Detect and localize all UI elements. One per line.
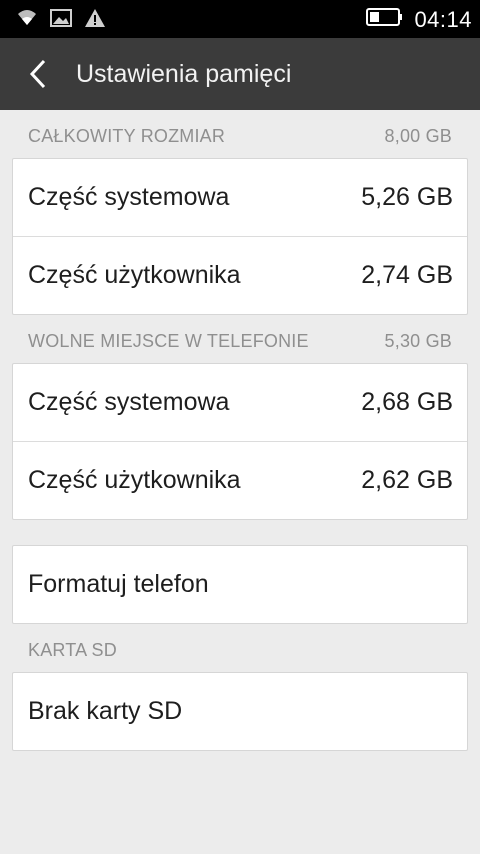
no-sd-card-label: Brak karty SD <box>28 697 183 725</box>
list-item-value: 2,68 GB <box>361 388 453 416</box>
total-size-card: Część systemowa 5,26 GB Część użytkownik… <box>12 158 468 315</box>
list-item-no-sd-card[interactable]: Brak karty SD <box>13 673 467 750</box>
list-item-value: 2,74 GB <box>361 261 453 289</box>
status-bar: 04:14 <box>0 0 480 38</box>
status-clock: 04:14 <box>414 6 472 32</box>
section-header-label: CAŁKOWITY ROZMIAR <box>28 126 226 146</box>
section-header-sd: KARTA SD <box>0 624 480 672</box>
list-item-user-part[interactable]: Część użytkownika 2,74 GB <box>13 236 467 314</box>
wifi-icon <box>16 7 38 34</box>
section-header-total: CAŁKOWITY ROZMIAR 8,00 GB <box>0 110 480 158</box>
section-header-free: WOLNE MIEJSCE W TELEFONIE 5,30 GB <box>0 315 480 363</box>
storage-settings-list: CAŁKOWITY ROZMIAR 8,00 GB Część systemow… <box>0 110 480 751</box>
list-item-system-part[interactable]: Część systemowa 5,26 GB <box>13 159 467 236</box>
list-item-label: Część użytkownika <box>28 261 241 289</box>
section-header-label: WOLNE MIEJSCE W TELEFONIE <box>28 331 309 351</box>
section-header-label: KARTA SD <box>28 640 117 660</box>
status-icons-left <box>16 7 106 34</box>
list-item-value: 2,62 GB <box>361 466 453 494</box>
list-item-user-part-free[interactable]: Część użytkownika 2,62 GB <box>13 441 467 519</box>
list-item-label: Część systemowa <box>28 183 230 211</box>
warning-icon <box>84 7 106 34</box>
list-item-value: 5,26 GB <box>361 183 453 211</box>
format-phone-button[interactable]: Formatuj telefon <box>13 546 467 623</box>
back-button[interactable] <box>26 58 54 90</box>
list-item-label: Część użytkownika <box>28 466 241 494</box>
action-bar: Ustawienia pamięci <box>0 38 480 110</box>
format-phone-label: Formatuj telefon <box>28 570 209 598</box>
sd-card-card: Brak karty SD <box>12 672 468 751</box>
list-item-system-part-free[interactable]: Część systemowa 2,68 GB <box>13 364 467 441</box>
image-icon <box>50 8 72 33</box>
section-header-value: 8,00 GB <box>384 126 452 146</box>
section-header-value: 5,30 GB <box>384 331 452 351</box>
format-phone-card: Formatuj telefon <box>12 545 468 624</box>
battery-icon <box>366 6 404 33</box>
free-space-card: Część systemowa 2,68 GB Część użytkownik… <box>12 363 468 520</box>
list-item-label: Część systemowa <box>28 388 230 416</box>
chevron-left-icon <box>26 59 54 94</box>
page-title: Ustawienia pamięci <box>76 60 292 88</box>
